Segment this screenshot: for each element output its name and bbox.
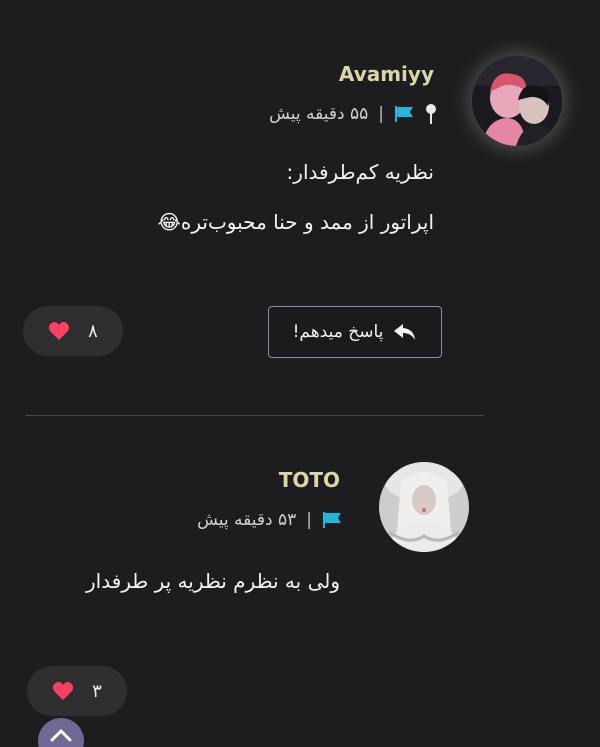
like-button[interactable]: ۸ [23,306,123,356]
flag-icon [394,105,414,123]
comment-username[interactable]: Avamiyy [339,62,434,86]
avatar[interactable] [472,56,562,146]
comments-page: Avamiyy | ۵۵ دقیقه پیش نظریه کم‌طرفدار: … [0,0,600,747]
avatar-image [379,462,469,552]
like-count: ۳ [92,680,102,702]
scroll-to-top-button[interactable] [38,718,84,747]
pin-icon [424,103,438,125]
comment-divider [26,415,483,416]
like-button[interactable]: ۳ [27,666,127,716]
comment-body: نظریه کم‌طرفدار: اپراتور از ممد و حنا مح… [74,147,434,247]
like-count: ۸ [88,320,98,342]
chevron-up-icon [50,729,72,742]
comment-body: ولی به نظرم نظریه پر طرفدار [40,556,340,606]
reply-button[interactable]: پاسخ میدهم! [268,306,442,358]
reply-label: پاسخ میدهم! [292,322,384,342]
avatar-image [472,56,562,146]
comment-meta: | ۵۵ دقیقه پیش [269,103,438,125]
comment-time: ۵۵ دقیقه پیش [269,104,369,124]
meta-separator: | [378,104,384,124]
comment-username[interactable]: TOTO [279,468,340,492]
meta-separator: | [306,510,312,530]
comment-line: اپراتور از ممد و حنا محبوب‌تره😂 [157,210,434,234]
comment-line: ولی به نظرم نظریه پر طرفدار [85,569,340,593]
heart-icon [52,681,74,701]
flag-icon [322,511,342,529]
comment-meta: | ۵۳ دقیقه پیش [197,510,342,530]
reply-arrow-icon [393,322,417,342]
comment-time: ۵۳ دقیقه پیش [197,510,297,530]
comment-line: نظریه کم‌طرفدار: [286,160,434,184]
heart-icon [48,321,70,341]
avatar[interactable] [379,462,469,552]
